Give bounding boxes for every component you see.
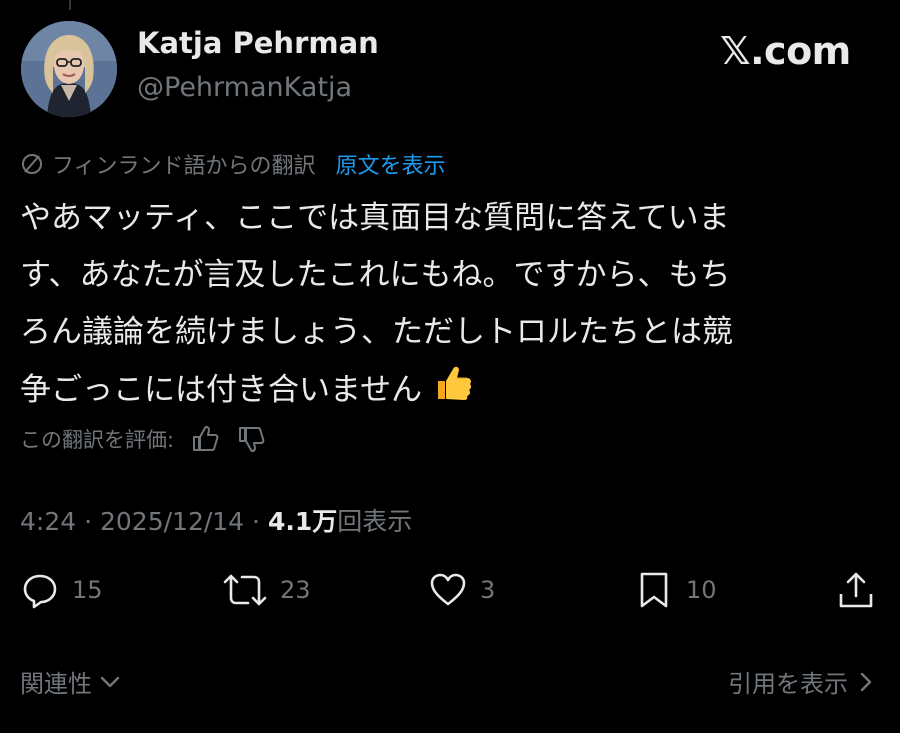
- user-handle[interactable]: @PehrmanKatja: [137, 72, 352, 103]
- meta-separator: ·: [84, 507, 100, 536]
- bookmark-count: 10: [686, 576, 717, 604]
- show-original-link[interactable]: 原文を表示: [336, 148, 446, 180]
- thumbs-up-emoji-icon: [438, 366, 472, 400]
- share-button[interactable]: [836, 570, 876, 610]
- action-bar: 15 23 3 10: [0, 570, 900, 614]
- bookmark-icon: [640, 572, 668, 608]
- views-label: 回表示: [337, 507, 413, 536]
- view-quotes-label: 引用を表示: [728, 670, 848, 698]
- rate-translation: この翻訳を評価:: [20, 424, 266, 454]
- reply-button[interactable]: 15: [20, 570, 103, 610]
- bookmark-button[interactable]: 10: [634, 570, 717, 610]
- translate-icon: [22, 154, 42, 174]
- meta-separator: ·: [252, 507, 268, 536]
- translation-notice: フィンランド語からの翻訳 原文を表示: [20, 148, 446, 180]
- thumb-down-icon[interactable]: [236, 424, 266, 454]
- display-name[interactable]: Katja Pehrman: [137, 26, 379, 60]
- chevron-down-icon: [100, 676, 120, 687]
- thumbs-up-emoji: [432, 361, 474, 422]
- post-line: ろん議論を続けましょう、ただしトロルたちとは競: [20, 314, 733, 350]
- thread-line: [69, 0, 71, 10]
- thumb-up-icon[interactable]: [190, 424, 220, 454]
- avatar[interactable]: [21, 21, 117, 117]
- post-line: 争ごっこには付き合いません: [20, 372, 423, 408]
- chevron-right-icon: [860, 672, 872, 691]
- views-count: 4.1万: [267, 507, 338, 536]
- view-quotes-link[interactable]: 引用を表示: [728, 664, 876, 699]
- post-line-last: 争ごっこには付き合いません: [20, 361, 880, 422]
- reply-icon: [23, 574, 57, 609]
- like-button[interactable]: 3: [428, 570, 495, 610]
- post-text: やあマッティ、ここでは真面目な質問に答えていま す、あなたが言及したこれにもね。…: [20, 190, 880, 422]
- repost-count: 23: [280, 576, 311, 604]
- post-time[interactable]: 4:24: [20, 507, 76, 536]
- translation-label: フィンランド語からの翻訳: [52, 154, 316, 179]
- post-date[interactable]: 2025/12/14: [100, 507, 244, 536]
- post-line: やあマッティ、ここでは真面目な質問に答えていま: [20, 200, 730, 236]
- rate-translation-label: この翻訳を評価:: [20, 428, 175, 452]
- like-icon: [430, 573, 466, 606]
- reply-count: 15: [72, 576, 103, 604]
- repost-button[interactable]: 23: [222, 570, 311, 610]
- sort-relevance-label: 関連性: [20, 670, 92, 698]
- like-count: 3: [480, 576, 496, 604]
- repost-icon: [223, 574, 267, 606]
- x-logo: 𝕏.com: [720, 29, 851, 73]
- sort-relevance-dropdown[interactable]: 関連性: [20, 664, 122, 699]
- avatar-image: [21, 21, 117, 117]
- post-meta: 4:24 · 2025/12/14 · 4.1万回表示: [20, 502, 412, 538]
- share-icon: [839, 572, 873, 608]
- post-line: す、あなたが言及したこれにもね。ですから、もち: [20, 257, 731, 293]
